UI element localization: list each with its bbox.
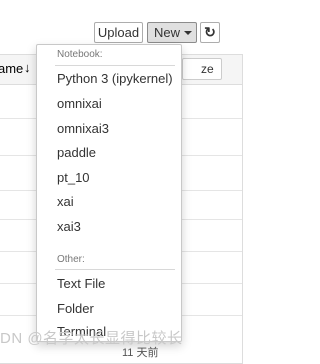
- sort-down-icon[interactable]: ↓: [24, 60, 31, 75]
- menu-item-kernel[interactable]: pt_10: [57, 170, 90, 185]
- menu-item-kernel[interactable]: xai3: [57, 219, 81, 234]
- size-column-header[interactable]: ze: [182, 58, 222, 80]
- menu-item-folder[interactable]: Folder: [57, 301, 94, 316]
- watermark-text: DN @名字太长显得比较长: [0, 330, 183, 347]
- caret-down-icon: [184, 31, 192, 35]
- menu-item-text-file[interactable]: Text File: [57, 276, 105, 291]
- menu-item-kernel[interactable]: omnixai3: [57, 121, 109, 136]
- menu-item-kernel[interactable]: Python 3 (ipykernel): [57, 71, 173, 86]
- new-dropdown-button[interactable]: New: [147, 22, 197, 43]
- refresh-icon[interactable]: ↻: [200, 22, 220, 43]
- menu-item-kernel[interactable]: paddle: [57, 145, 96, 160]
- menu-item-kernel[interactable]: xai: [57, 194, 74, 209]
- new-button-label: New: [154, 25, 181, 40]
- menu-divider: [55, 65, 175, 66]
- menu-item-kernel[interactable]: omnixai: [57, 96, 102, 111]
- new-dropdown-menu: Notebook: Python 3 (ipykernel) omnixai o…: [36, 44, 182, 342]
- notebook-section-header: Notebook:: [57, 49, 103, 60]
- name-column-header[interactable]: ame: [0, 61, 23, 76]
- upload-button[interactable]: Upload: [94, 22, 143, 43]
- menu-divider: [55, 269, 175, 270]
- other-section-header: Other:: [57, 254, 85, 265]
